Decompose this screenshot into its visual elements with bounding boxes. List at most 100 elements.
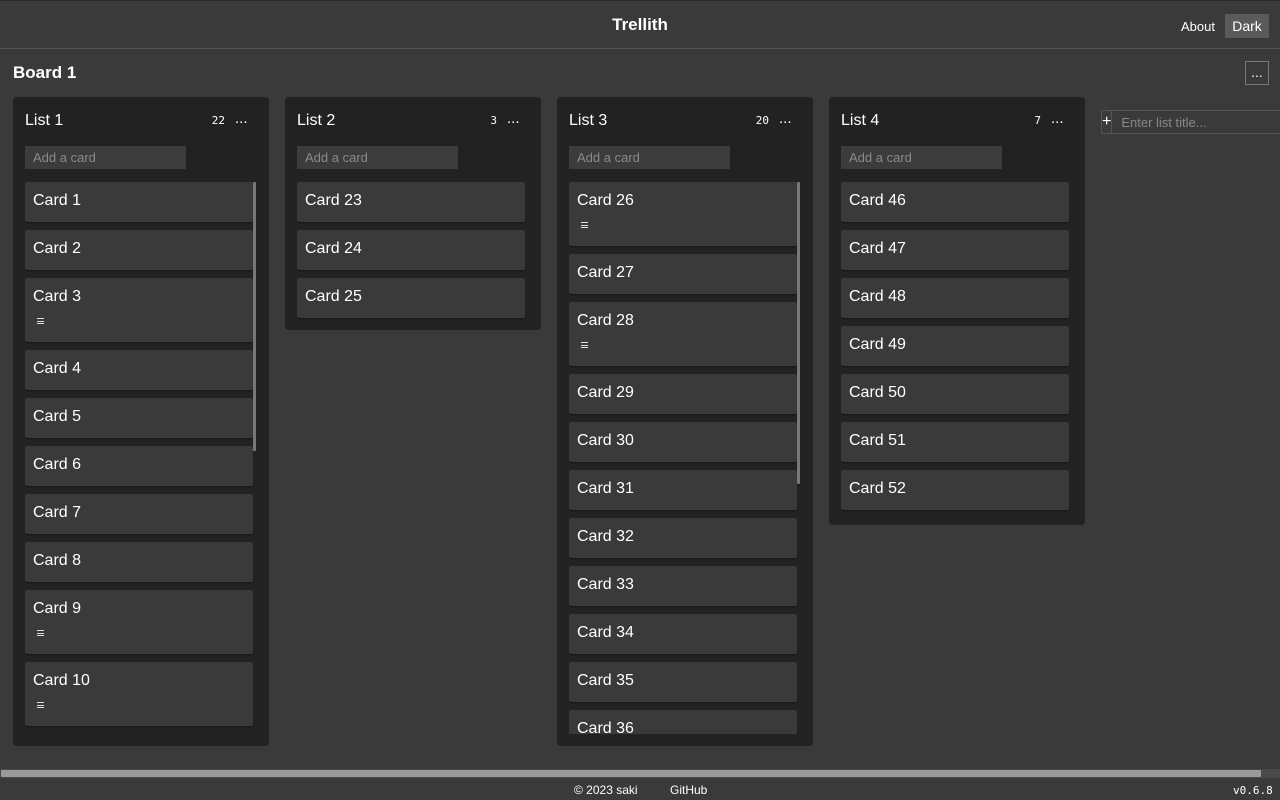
card-list[interactable]: Card 46 Card 47 Card 48 Card 49 Card 50 Card …: [841, 182, 1073, 522]
card-title: Card 30: [577, 432, 634, 449]
footer-copyright: © 2023 saki: [574, 783, 638, 797]
card-title: Card 9: [33, 600, 82, 617]
card-title: Card 27: [577, 264, 634, 281]
card-title: Card 35: [577, 672, 634, 689]
card[interactable]: Card 5: [25, 398, 253, 438]
card[interactable]: Card 8: [25, 542, 253, 582]
list-title[interactable]: List 1: [25, 112, 63, 130]
card[interactable]: Card 47: [841, 230, 1069, 270]
card[interactable]: Card 35: [569, 662, 797, 702]
add-card-input[interactable]: [297, 146, 458, 169]
list-column: List 3 20 ... Card 26Card 27Card 28Card …: [557, 97, 813, 746]
card[interactable]: Card 29: [569, 374, 797, 414]
card[interactable]: Card 7: [25, 494, 253, 534]
card[interactable]: Card 27: [569, 254, 797, 294]
list-card-count: 3: [490, 114, 497, 127]
card-title: Card 28: [577, 312, 634, 329]
card-list[interactable]: Card 1 Card 2 Card 3 Card 4 Card 5 Card 6 Card…: [25, 182, 257, 732]
list-title[interactable]: List 3: [569, 112, 607, 130]
card-title: Card 3: [33, 288, 82, 305]
card[interactable]: Card 50: [841, 374, 1069, 414]
card-title: Card 1: [33, 192, 82, 209]
horizontal-scrollbar-thumb[interactable]: [1, 770, 1261, 777]
card[interactable]: Card 28: [569, 302, 797, 366]
plus-icon: +: [1102, 113, 1112, 130]
card[interactable]: Card 34: [569, 614, 797, 654]
new-list-title-input[interactable]: [1112, 111, 1280, 133]
list-title[interactable]: List 2: [297, 112, 335, 130]
list-card-count: 20: [755, 114, 769, 127]
card-title: Card 48: [849, 288, 906, 305]
card-title: Card 50: [849, 384, 906, 401]
card-title: Card 24: [305, 240, 362, 257]
card-title: Card 6: [33, 456, 82, 473]
list-menu-button[interactable]: ...: [1051, 110, 1064, 127]
card[interactable]: Card 49: [841, 326, 1069, 366]
card-list[interactable]: Card 26 Card 27 Card 28 Card 29 Card 30 Card …: [569, 182, 801, 734]
card[interactable]: Card 23: [297, 182, 525, 222]
description-icon: [37, 318, 44, 324]
card-title: Card 46: [849, 192, 906, 209]
card[interactable]: Card 9: [25, 590, 253, 654]
card-title: Card 26: [577, 192, 634, 209]
card-title: Card 10: [33, 672, 90, 689]
list-menu-button[interactable]: ...: [779, 110, 792, 127]
card[interactable]: Card 4: [25, 350, 253, 390]
list-card-count: 22: [211, 114, 225, 127]
list-column: List 1 22 ... Card 1Card 2Card 3Card 4Ca…: [13, 97, 269, 746]
horizontal-scrollbar[interactable]: [0, 769, 1280, 778]
card-title: Card 7: [33, 504, 82, 521]
card-title: Card 5: [33, 408, 82, 425]
card[interactable]: Card 31: [569, 470, 797, 510]
list-scrollbar[interactable]: [797, 182, 800, 484]
card[interactable]: Card 3: [25, 278, 253, 342]
list-menu-button[interactable]: ...: [507, 110, 520, 127]
card[interactable]: Card 6: [25, 446, 253, 486]
list-scrollbar[interactable]: [253, 182, 256, 451]
theme-toggle-button[interactable]: Dark: [1225, 14, 1269, 38]
card[interactable]: Card 30: [569, 422, 797, 462]
card[interactable]: Card 36: [569, 710, 797, 734]
card-title: Card 33: [577, 576, 634, 593]
card[interactable]: Card 2: [25, 230, 253, 270]
card[interactable]: Card 26: [569, 182, 797, 246]
add-card-input[interactable]: [25, 146, 186, 169]
card[interactable]: Card 52: [841, 470, 1069, 510]
list-title[interactable]: List 4: [841, 112, 879, 130]
card-title: Card 23: [305, 192, 362, 209]
version-label: v0.6.8: [1233, 784, 1273, 797]
list-menu-button[interactable]: ...: [235, 110, 248, 127]
new-list-form: +: [1101, 110, 1280, 134]
card[interactable]: Card 24: [297, 230, 525, 270]
about-link[interactable]: About: [1181, 19, 1215, 34]
card-title: Card 47: [849, 240, 906, 257]
board-menu-button[interactable]: ...: [1245, 61, 1269, 85]
card-title: Card 36: [577, 720, 634, 734]
description-icon: [37, 702, 44, 708]
card-title: Card 29: [577, 384, 634, 401]
card-title: Card 31: [577, 480, 634, 497]
card[interactable]: Card 51: [841, 422, 1069, 462]
card[interactable]: Card 10: [25, 662, 253, 726]
list-card-count: 7: [1034, 114, 1041, 127]
card-title: Card 32: [577, 528, 634, 545]
card-title: Card 52: [849, 480, 906, 497]
list-column: List 2 3 ... Card 23 Card 24 Card 25: [285, 97, 541, 330]
card-list[interactable]: Card 23 Card 24 Card 25: [297, 182, 529, 327]
card[interactable]: Card 32: [569, 518, 797, 558]
card[interactable]: Card 46: [841, 182, 1069, 222]
card-title: Card 8: [33, 552, 82, 569]
card[interactable]: Card 1: [25, 182, 253, 222]
add-list-button[interactable]: +: [1102, 111, 1113, 133]
add-card-input[interactable]: [841, 146, 1002, 169]
card-title: Card 2: [33, 240, 82, 257]
card[interactable]: Card 33: [569, 566, 797, 606]
card-title: Card 25: [305, 288, 362, 305]
card[interactable]: Card 48: [841, 278, 1069, 318]
card[interactable]: Card 25: [297, 278, 525, 318]
description-icon: [37, 630, 44, 636]
card-title: Card 49: [849, 336, 906, 353]
github-link[interactable]: GitHub: [670, 783, 707, 797]
list-column: List 4 7 ... Card 46Card 47Card 48Card 4…: [829, 97, 1085, 525]
add-card-input[interactable]: [569, 146, 730, 169]
